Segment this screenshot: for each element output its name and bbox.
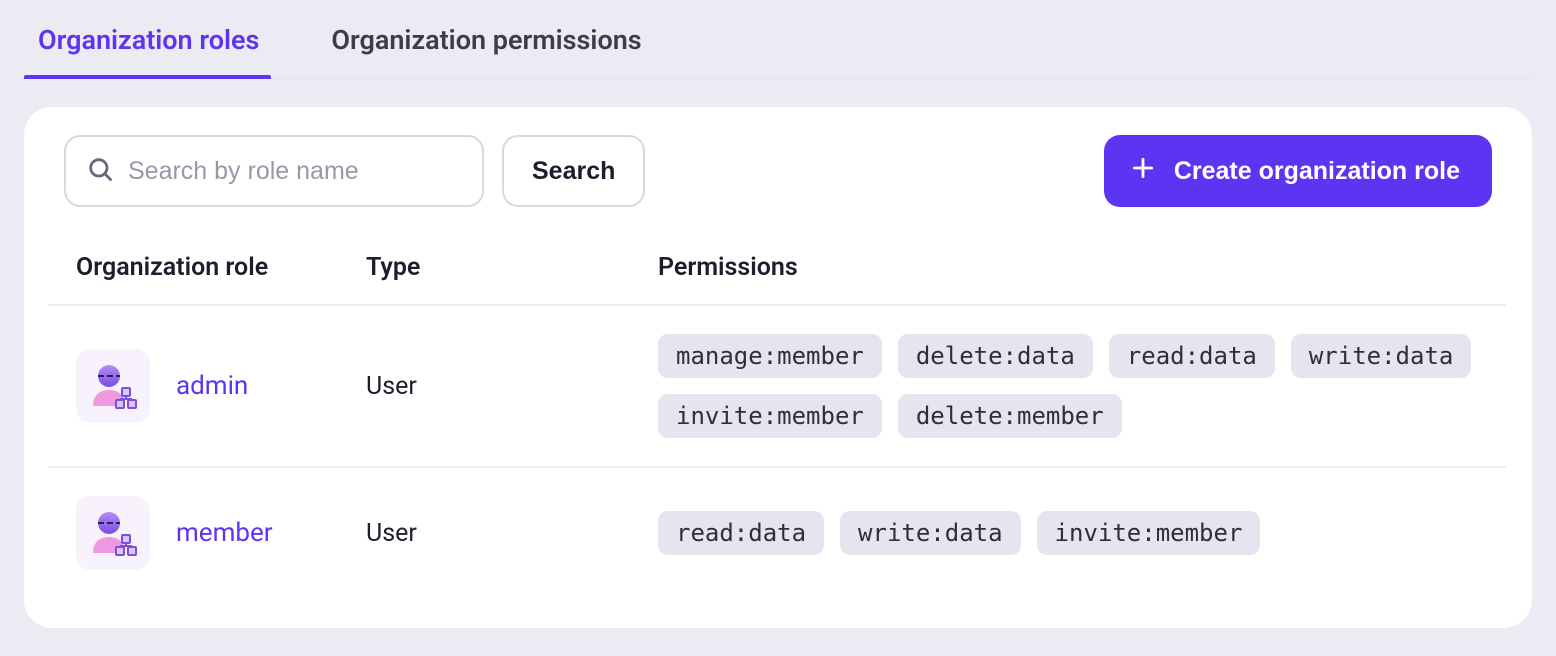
permissions-cell: read:data write:data invite:member — [658, 511, 1506, 555]
roles-card: Search Create organization role Organiza… — [24, 107, 1532, 628]
permission-tag: delete:data — [898, 334, 1093, 378]
permission-tag: invite:member — [1037, 511, 1261, 555]
roles-table: Organization role Type Permissions admin… — [48, 231, 1506, 598]
permission-tag: invite:member — [658, 394, 882, 438]
permissions-cell: manage:member delete:data read:data write:d… — [658, 334, 1506, 438]
tab-organization-roles[interactable]: Organization roles — [38, 0, 259, 78]
search-wrap — [64, 135, 484, 207]
search-input[interactable] — [128, 157, 462, 186]
column-header-role: Organization role — [48, 231, 338, 305]
role-type: User — [366, 519, 417, 548]
role-avatar-icon — [76, 349, 150, 423]
column-header-type: Type — [338, 231, 630, 305]
role-type: User — [366, 372, 417, 401]
toolbar: Search Create organization role — [24, 135, 1532, 207]
search-icon — [86, 155, 114, 187]
table-row: admin User manage:member delete:data read:da… — [48, 305, 1506, 467]
role-avatar-icon — [76, 496, 150, 570]
permission-tag: manage:member — [658, 334, 882, 378]
create-organization-role-button[interactable]: Create organization role — [1104, 135, 1492, 207]
permission-tag: delete:member — [898, 394, 1122, 438]
permission-tag: write:data — [840, 511, 1021, 555]
create-button-label: Create organization role — [1174, 157, 1460, 186]
column-header-permissions: Permissions — [630, 231, 1506, 305]
permission-tag: read:data — [1109, 334, 1275, 378]
role-name-link[interactable]: admin — [176, 371, 248, 401]
role-name-link[interactable]: member — [176, 518, 273, 548]
tabs: Organization roles Organization permissi… — [24, 0, 1532, 79]
permission-tag: read:data — [658, 511, 824, 555]
permission-tag: write:data — [1291, 334, 1472, 378]
plus-icon — [1130, 155, 1156, 188]
tab-organization-permissions[interactable]: Organization permissions — [331, 0, 641, 78]
search-button[interactable]: Search — [502, 135, 645, 207]
table-row: member User read:data write:data invite:memb… — [48, 467, 1506, 598]
